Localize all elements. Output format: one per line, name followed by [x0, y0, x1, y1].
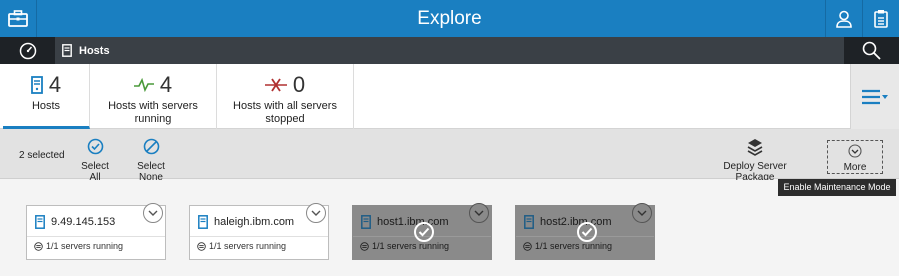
selected-check-icon — [414, 222, 434, 242]
tab-hosts-stopped[interactable]: 0 Hosts with all servers stopped — [217, 64, 354, 129]
chevron-down-icon — [637, 210, 647, 216]
more-label: More — [843, 162, 867, 173]
hosts-stopped-count: 0 — [292, 72, 306, 97]
chevron-down-icon — [474, 210, 484, 216]
pulse-icon — [133, 78, 154, 92]
running-status-icon — [197, 241, 206, 251]
select-none-button[interactable]: Select None — [124, 138, 178, 183]
hosts-running-count: 4 — [159, 72, 173, 97]
host-name: host2.ibm.com — [540, 216, 612, 228]
tab-hosts[interactable]: 4 Hosts — [3, 64, 90, 129]
selected-check-icon — [577, 222, 597, 242]
package-layers-icon — [747, 139, 763, 156]
breadcrumb-label: Hosts — [79, 44, 110, 57]
hosts-count: 4 — [48, 72, 62, 97]
host-card[interactable]: haleigh.ibm.com 1/1 servers running — [189, 203, 329, 260]
card-menu-button[interactable] — [632, 203, 652, 223]
dashboard-gauge-icon — [19, 42, 36, 59]
card-menu-button[interactable] — [306, 203, 326, 223]
chevron-down-icon — [311, 210, 321, 216]
page-title: Explore — [417, 8, 482, 29]
running-status-icon — [523, 241, 532, 251]
stopped-icon — [264, 78, 287, 92]
server-icon — [361, 215, 371, 229]
nav-bar: Hosts — [0, 37, 899, 64]
server-icon — [30, 76, 43, 94]
more-button[interactable]: More — [827, 140, 883, 174]
card-menu-button[interactable] — [469, 203, 489, 223]
no-selection-icon — [143, 138, 159, 155]
host-name: 9.49.145.153 — [51, 216, 116, 228]
search-button[interactable] — [844, 37, 899, 64]
host-status: 1/1 servers running — [209, 241, 287, 251]
host-card-grid: 9.49.145.153 1/1 servers running haleigh… — [0, 180, 899, 276]
host-card-selected[interactable]: host1.ibm.com 1/1 servers running — [352, 203, 492, 260]
host-status: 1/1 servers running — [372, 241, 450, 251]
hosts-running-label: Hosts with servers running — [108, 100, 198, 125]
maintenance-mode-tooltip[interactable]: Enable Maintenance Mode — [778, 179, 896, 196]
check-circle-icon — [87, 138, 103, 155]
host-card-selected[interactable]: host2.ibm.com 1/1 servers running — [515, 203, 655, 260]
running-status-icon — [360, 241, 369, 251]
server-icon — [35, 215, 45, 229]
hosts-stopped-label: Hosts with all servers stopped — [233, 100, 337, 125]
card-divider — [190, 236, 328, 237]
hamburger-menu-icon — [862, 89, 888, 104]
clipboard-icon — [874, 10, 888, 28]
host-status: 1/1 servers running — [46, 241, 124, 251]
clipboard-button[interactable] — [862, 0, 899, 37]
menu-button[interactable] — [850, 64, 899, 129]
search-icon — [862, 41, 881, 60]
host-status: 1/1 servers running — [535, 241, 613, 251]
hosts-label: Hosts — [31, 100, 61, 112]
user-button[interactable] — [825, 0, 862, 37]
host-name: host1.ibm.com — [377, 216, 449, 228]
chevron-down-icon — [148, 210, 158, 216]
deploy-server-package-button[interactable]: Deploy Server Package — [706, 138, 804, 183]
user-icon — [836, 10, 852, 28]
select-all-button[interactable]: Select All — [75, 138, 115, 183]
server-icon — [62, 44, 72, 57]
card-divider — [27, 236, 165, 237]
server-icon — [198, 215, 208, 229]
top-bar: Explore — [0, 0, 899, 37]
host-card[interactable]: 9.49.145.153 1/1 servers running — [26, 203, 166, 260]
running-status-icon — [34, 241, 43, 251]
selected-count: 2 selected — [19, 150, 65, 161]
tab-hosts-running[interactable]: 4 Hosts with servers running — [90, 64, 217, 129]
dashboard-button[interactable] — [0, 37, 55, 64]
action-toolbar: 2 selected Select All Select None Deploy… — [0, 129, 899, 183]
stats-bar: 4 Hosts 4 Hosts with servers running 0 H… — [0, 64, 899, 129]
card-menu-button[interactable] — [143, 203, 163, 223]
server-icon — [524, 215, 534, 229]
host-name: haleigh.ibm.com — [214, 216, 295, 228]
chevron-down-icon — [848, 144, 862, 158]
breadcrumb[interactable]: Hosts — [62, 37, 110, 64]
